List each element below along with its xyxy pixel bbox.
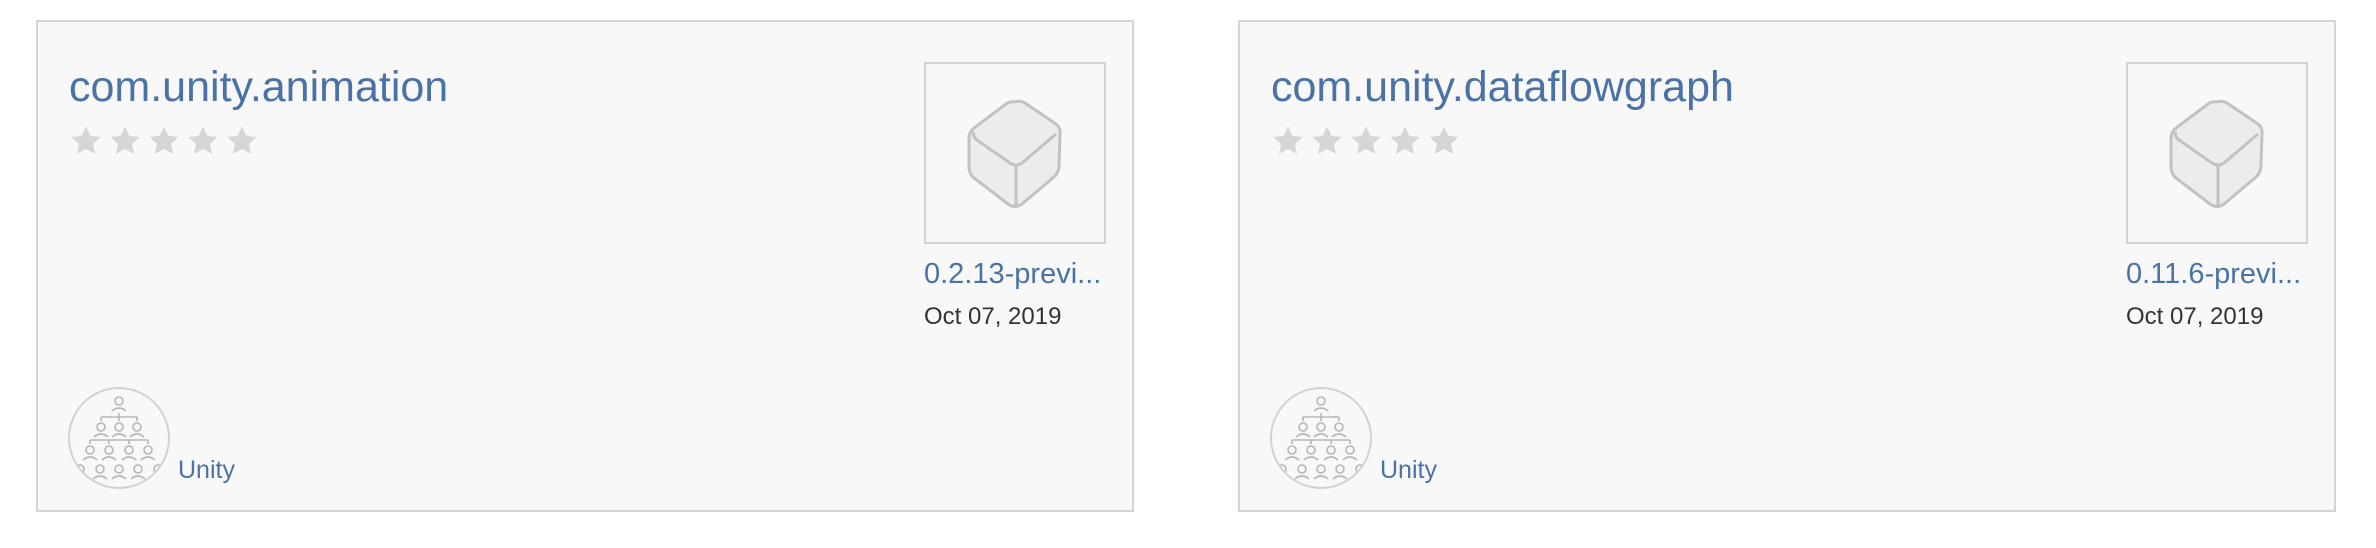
- version-link[interactable]: 0.11.6-previ...: [2126, 254, 2312, 294]
- publisher-link[interactable]: Unity: [1380, 453, 1437, 487]
- release-date: Oct 07, 2019: [2126, 303, 2264, 330]
- publisher-link[interactable]: Unity: [178, 453, 235, 487]
- organization-icon: [72, 396, 166, 480]
- star-rating: [1271, 124, 1461, 158]
- publisher-avatar[interactable]: [1270, 387, 1372, 489]
- organization-icon: [1274, 396, 1368, 480]
- star-icon[interactable]: [1388, 124, 1422, 158]
- publisher-avatar[interactable]: [68, 387, 170, 489]
- star-icon[interactable]: [69, 124, 103, 158]
- star-icon[interactable]: [147, 124, 181, 158]
- package-thumbnail[interactable]: [2126, 62, 2308, 244]
- star-icon[interactable]: [1271, 124, 1305, 158]
- star-rating: [69, 124, 259, 158]
- release-date: Oct 07, 2019: [924, 303, 1062, 330]
- star-icon[interactable]: [186, 124, 220, 158]
- package-list: com.unity.animation 0.2.13-previ... Oct …: [0, 0, 2376, 548]
- star-icon[interactable]: [1427, 124, 1461, 158]
- package-box-icon: [967, 99, 1062, 208]
- star-icon[interactable]: [225, 124, 259, 158]
- package-card: com.unity.animation 0.2.13-previ... Oct …: [36, 20, 1134, 512]
- package-card: com.unity.dataflowgraph 0.11.6-previ... …: [1238, 20, 2336, 512]
- star-icon[interactable]: [1310, 124, 1344, 158]
- version-link[interactable]: 0.2.13-previ...: [924, 254, 1110, 294]
- package-name-link[interactable]: com.unity.animation: [69, 66, 448, 109]
- star-icon[interactable]: [108, 124, 142, 158]
- package-name-link[interactable]: com.unity.dataflowgraph: [1271, 66, 1734, 109]
- package-box-icon: [2169, 99, 2264, 208]
- star-icon[interactable]: [1349, 124, 1383, 158]
- package-thumbnail[interactable]: [924, 62, 1106, 244]
